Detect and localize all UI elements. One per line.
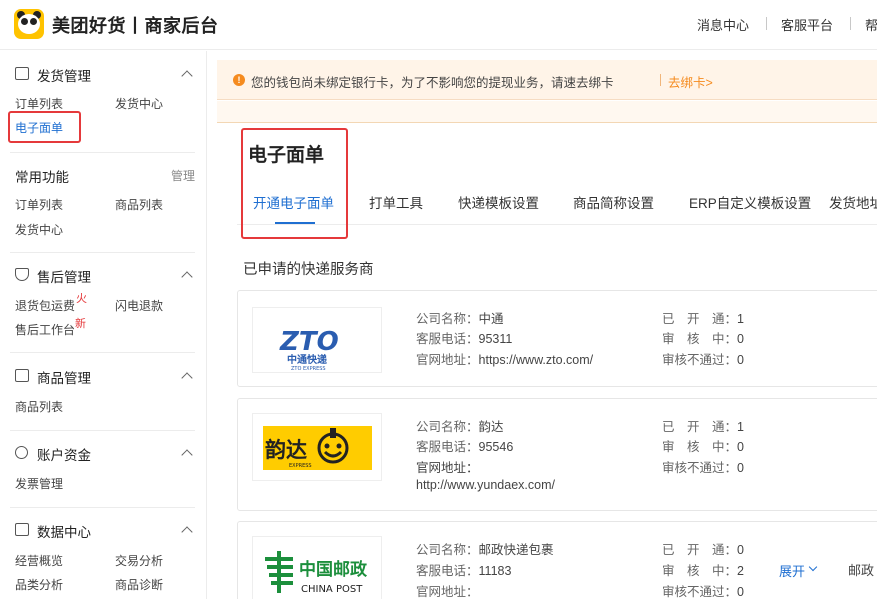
carrier-card: 中国邮政 CHINA POST: [237, 521, 877, 599]
sidebar-section-shipping[interactable]: 发货管理: [37, 65, 91, 85]
sidebar-item-overview[interactable]: 经营概览: [15, 552, 63, 569]
sidebar-item-shipping-center[interactable]: 发货中心: [15, 221, 63, 238]
sidebar-item-return-shipping[interactable]: 退货包运费: [15, 297, 75, 314]
highlight-box: [241, 128, 348, 239]
banner-strip: [217, 101, 877, 123]
tab-express-template[interactable]: 快递模板设置: [458, 192, 539, 212]
tab-erp-template[interactable]: ERP自定义模板设置: [689, 192, 811, 212]
opened-count: 已 开 通：1: [662, 312, 744, 326]
svg-text:CHINA POST: CHINA POST: [301, 584, 363, 595]
sidebar-section-aftersale[interactable]: 售后管理: [37, 266, 91, 286]
sidebar-item-category-analysis[interactable]: 品类分析: [15, 576, 63, 593]
sidebar-item-goods-diagnosis[interactable]: 商品诊断: [115, 576, 163, 593]
sidebar-item-goods-list[interactable]: 商品列表: [115, 196, 163, 213]
carrier-label-truncated: 邮政: [848, 563, 875, 578]
sidebar-item-order-list[interactable]: 订单列表: [15, 196, 63, 213]
chevron-up-icon[interactable]: [181, 372, 193, 384]
sidebar-section-data[interactable]: 数据中心: [37, 521, 91, 541]
box-icon: [15, 369, 29, 382]
nav-separator: [850, 17, 851, 30]
meituan-logo-icon[interactable]: [14, 9, 44, 39]
svg-text:ZTO EXPRESS: ZTO EXPRESS: [291, 366, 326, 372]
wallet-warning-banner: ! 您的钱包尚未绑定银行卡，为了不影响您的提现业务，请速去绑卡 去绑卡>: [217, 60, 877, 100]
website: http://www.yundaex.com/: [416, 478, 555, 492]
company-name: 公司名称：韵达: [416, 420, 504, 434]
tab-goods-abbreviation[interactable]: 商品简称设置: [573, 192, 654, 212]
sidebar-item-aftersale-desk[interactable]: 售后工作台: [15, 321, 75, 338]
section-title: 已申请的快递服务商: [243, 262, 374, 278]
banner-separator: [660, 74, 661, 86]
chart-icon: [15, 523, 29, 536]
reviewing-count: 审 核 中：2: [662, 564, 744, 578]
svg-text:EXPRESS: EXPRESS: [289, 463, 312, 469]
tab-print-tool[interactable]: 打单工具: [369, 192, 423, 212]
rejected-count: 审核不通过：0: [662, 585, 744, 599]
service-phone: 客服电话：11183: [416, 564, 512, 578]
chevron-up-icon[interactable]: [181, 271, 193, 283]
divider: [10, 152, 195, 153]
zto-logo: ZTO 中通快递 ZTO EXPRESS: [252, 307, 382, 373]
carrier-card: ZTO 中通快递 ZTO EXPRESS: [237, 290, 877, 387]
svg-text:中通快递: 中通快递: [287, 353, 327, 366]
brand-title: 美团好货丨商家后台: [52, 16, 219, 36]
yunda-logo-icon: 韵达 EXPRESS: [263, 426, 372, 470]
nav-help[interactable]: 帮: [865, 15, 877, 34]
company-name: 公司名称：邮政快递包裹: [416, 543, 554, 557]
sidebar-section-goods[interactable]: 商品管理: [37, 367, 91, 387]
zto-logo-icon: ZTO 中通快递 ZTO EXPRESS: [279, 327, 339, 372]
warning-icon: !: [233, 74, 245, 86]
divider: [10, 430, 195, 431]
website: 官网地址：https://www.zto.com/: [416, 353, 594, 367]
highlight-box: [8, 111, 81, 143]
sidebar-item-order-list[interactable]: 订单列表: [15, 95, 63, 112]
tab-shipping-address[interactable]: 发货地址: [829, 192, 877, 212]
service-phone: 客服电话：95546: [416, 440, 514, 454]
divider: [10, 352, 195, 353]
package-icon: [15, 67, 29, 80]
reviewing-count: 审 核 中：0: [662, 332, 744, 346]
sidebar-item-goods-list[interactable]: 商品列表: [15, 398, 63, 415]
china-post-logo-icon: 中国邮政 CHINA POST: [265, 551, 368, 595]
chevron-up-icon[interactable]: [181, 449, 193, 461]
svg-text:韵达: 韵达: [265, 438, 307, 462]
manage-link[interactable]: 管理: [171, 167, 195, 184]
yen-coin-icon: [15, 446, 28, 459]
website-label: 官网地址：: [416, 461, 479, 475]
service-phone: 客服电话：95311: [416, 332, 513, 346]
divider: [10, 507, 195, 508]
divider: [10, 252, 195, 253]
website: 官网地址：: [416, 585, 479, 599]
yunda-logo: 韵达 EXPRESS: [252, 413, 382, 481]
chevron-up-icon[interactable]: [181, 526, 193, 538]
new-badge: 新: [75, 318, 86, 330]
rejected-count: 审核不通过：0: [662, 353, 744, 367]
sidebar-item-invoice[interactable]: 发票管理: [15, 475, 63, 492]
nav-message-center[interactable]: 消息中心: [697, 15, 749, 34]
opened-count: 已 开 通：1: [662, 420, 744, 434]
company-name: 公司名称：中通: [416, 312, 504, 326]
sidebar-item-trade-analysis[interactable]: 交易分析: [115, 552, 163, 569]
svg-text:ZTO: ZTO: [279, 327, 339, 357]
sidebar-item-flash-refund[interactable]: 闪电退款: [115, 297, 163, 314]
sidebar-item-shipping-center[interactable]: 发货中心: [115, 95, 163, 112]
nav-customer-service[interactable]: 客服平台: [781, 15, 833, 34]
hot-badge: 火: [76, 293, 87, 305]
bind-card-link[interactable]: 去绑卡>: [668, 72, 713, 91]
svg-text:中国邮政: 中国邮政: [299, 559, 368, 580]
sidebar-section-account[interactable]: 账户资金: [37, 444, 91, 464]
top-header: 美团好货丨商家后台 消息中心 客服平台 帮: [0, 0, 877, 50]
reviewing-count: 审 核 中：0: [662, 440, 744, 454]
sidebar-section-common: 常用功能: [15, 170, 69, 185]
carrier-card: 韵达 EXPRESS: [237, 398, 877, 511]
chevron-up-icon[interactable]: [181, 70, 193, 82]
banner-message: 您的钱包尚未绑定银行卡，为了不影响您的提现业务，请速去绑卡: [251, 76, 614, 90]
nav-separator: [766, 17, 767, 30]
shield-icon: [15, 268, 29, 281]
china-post-logo: 中国邮政 CHINA POST: [252, 536, 382, 599]
opened-count: 已 开 通：0: [662, 543, 744, 557]
sidebar: 发货管理 订单列表 发货中心 电子面单 常用功能 管理 订单列表 商品列表 发货…: [0, 51, 207, 599]
rejected-count: 审核不通过：0: [662, 461, 744, 475]
expand-button[interactable]: 展开: [779, 561, 805, 580]
